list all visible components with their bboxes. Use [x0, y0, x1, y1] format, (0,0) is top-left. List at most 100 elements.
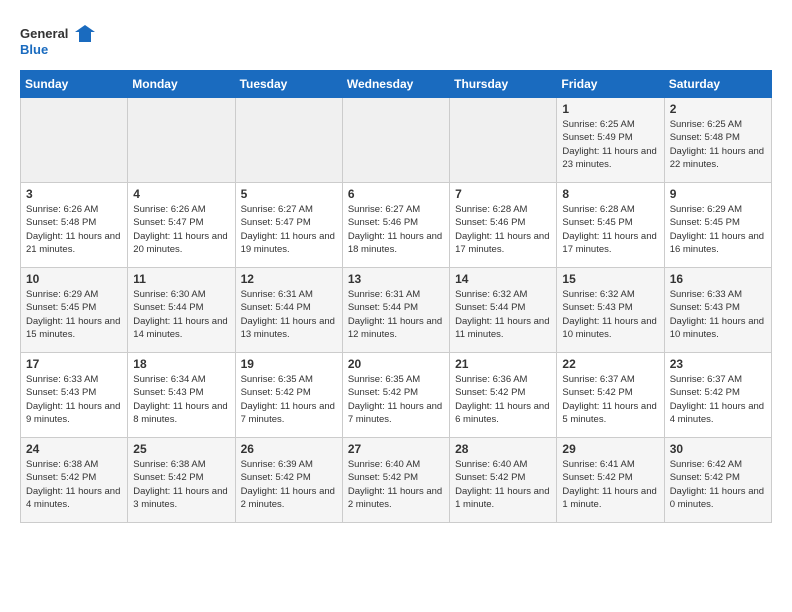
day-info: Sunrise: 6:40 AM Sunset: 5:42 PM Dayligh…: [455, 458, 551, 511]
day-number: 25: [133, 442, 229, 456]
calendar-week-row: 10 Sunrise: 6:29 AM Sunset: 5:45 PM Dayli…: [21, 268, 772, 353]
calendar-day-cell: 1 Sunrise: 6:25 AM Sunset: 5:49 PM Daylig…: [557, 98, 664, 183]
day-info: Sunrise: 6:37 AM Sunset: 5:42 PM Dayligh…: [670, 373, 766, 426]
day-info: Sunrise: 6:30 AM Sunset: 5:44 PM Dayligh…: [133, 288, 229, 341]
calendar-day-cell: 5 Sunrise: 6:27 AM Sunset: 5:47 PM Daylig…: [235, 183, 342, 268]
day-number: 7: [455, 187, 551, 201]
day-info: Sunrise: 6:35 AM Sunset: 5:42 PM Dayligh…: [241, 373, 337, 426]
calendar-day-cell: 8 Sunrise: 6:28 AM Sunset: 5:45 PM Daylig…: [557, 183, 664, 268]
day-info: Sunrise: 6:31 AM Sunset: 5:44 PM Dayligh…: [348, 288, 444, 341]
day-number: 3: [26, 187, 122, 201]
day-info: Sunrise: 6:33 AM Sunset: 5:43 PM Dayligh…: [670, 288, 766, 341]
day-info: Sunrise: 6:28 AM Sunset: 5:46 PM Dayligh…: [455, 203, 551, 256]
calendar-day-cell: 4 Sunrise: 6:26 AM Sunset: 5:47 PM Daylig…: [128, 183, 235, 268]
calendar-day-cell: 16 Sunrise: 6:33 AM Sunset: 5:43 PM Dayli…: [664, 268, 771, 353]
day-info: Sunrise: 6:41 AM Sunset: 5:42 PM Dayligh…: [562, 458, 658, 511]
calendar-day-cell: 25Sunrise: 6:38 AM Sunset: 5:42 PM Dayli…: [128, 438, 235, 523]
calendar-day-cell: 19Sunrise: 6:35 AM Sunset: 5:42 PM Dayli…: [235, 353, 342, 438]
day-info: Sunrise: 6:27 AM Sunset: 5:46 PM Dayligh…: [348, 203, 444, 256]
day-info: Sunrise: 6:32 AM Sunset: 5:44 PM Dayligh…: [455, 288, 551, 341]
day-number: 20: [348, 357, 444, 371]
calendar-day-cell: 17 Sunrise: 6:33 AM Sunset: 5:43 PM Dayli…: [21, 353, 128, 438]
day-info: Sunrise: 6:25 AM Sunset: 5:49 PM Dayligh…: [562, 118, 658, 171]
calendar-day-cell: [235, 98, 342, 183]
weekday-header: Tuesday: [235, 71, 342, 98]
day-info: Sunrise: 6:34 AM Sunset: 5:43 PM Dayligh…: [133, 373, 229, 426]
calendar-day-cell: [450, 98, 557, 183]
day-number: 10: [26, 272, 122, 286]
svg-text:General: General: [20, 26, 68, 41]
day-number: 6: [348, 187, 444, 201]
logo-svg: General Blue: [20, 20, 100, 60]
day-info: Sunrise: 6:38 AM Sunset: 5:42 PM Dayligh…: [26, 458, 122, 511]
calendar-day-cell: 14 Sunrise: 6:32 AM Sunset: 5:44 PM Dayli…: [450, 268, 557, 353]
day-info: Sunrise: 6:36 AM Sunset: 5:42 PM Dayligh…: [455, 373, 551, 426]
calendar-day-cell: 20 Sunrise: 6:35 AM Sunset: 5:42 PM Dayli…: [342, 353, 449, 438]
day-number: 24: [26, 442, 122, 456]
calendar-day-cell: [128, 98, 235, 183]
calendar-day-cell: [342, 98, 449, 183]
weekday-header: Monday: [128, 71, 235, 98]
calendar-week-row: 24 Sunrise: 6:38 AM Sunset: 5:42 PM Dayli…: [21, 438, 772, 523]
calendar-table: SundayMondayTuesdayWednesdayThursdayFrid…: [20, 70, 772, 523]
calendar-day-cell: 27Sunrise: 6:40 AM Sunset: 5:42 PM Dayli…: [342, 438, 449, 523]
day-info: Sunrise: 6:27 AM Sunset: 5:47 PM Dayligh…: [241, 203, 337, 256]
calendar-day-cell: 3 Sunrise: 6:26 AM Sunset: 5:48 PM Daylig…: [21, 183, 128, 268]
calendar-day-cell: [21, 98, 128, 183]
calendar-day-cell: 29 Sunrise: 6:41 AM Sunset: 5:42 PM Dayli…: [557, 438, 664, 523]
calendar-day-cell: 23 Sunrise: 6:37 AM Sunset: 5:42 PM Dayli…: [664, 353, 771, 438]
day-info: Sunrise: 6:26 AM Sunset: 5:47 PM Dayligh…: [133, 203, 229, 256]
day-number: 29: [562, 442, 658, 456]
day-info: Sunrise: 6:35 AM Sunset: 5:42 PM Dayligh…: [348, 373, 444, 426]
day-info: Sunrise: 6:25 AM Sunset: 5:48 PM Dayligh…: [670, 118, 766, 171]
calendar-day-cell: 10 Sunrise: 6:29 AM Sunset: 5:45 PM Dayli…: [21, 268, 128, 353]
calendar-day-cell: 9Sunrise: 6:29 AM Sunset: 5:45 PM Daylig…: [664, 183, 771, 268]
day-number: 14: [455, 272, 551, 286]
logo: General Blue: [20, 20, 100, 60]
calendar-week-row: 17 Sunrise: 6:33 AM Sunset: 5:43 PM Dayli…: [21, 353, 772, 438]
day-number: 8: [562, 187, 658, 201]
calendar-day-cell: 28 Sunrise: 6:40 AM Sunset: 5:42 PM Dayli…: [450, 438, 557, 523]
calendar-day-cell: 21 Sunrise: 6:36 AM Sunset: 5:42 PM Dayli…: [450, 353, 557, 438]
calendar-day-cell: 22Sunrise: 6:37 AM Sunset: 5:42 PM Dayli…: [557, 353, 664, 438]
day-number: 1: [562, 102, 658, 116]
day-info: Sunrise: 6:33 AM Sunset: 5:43 PM Dayligh…: [26, 373, 122, 426]
day-number: 5: [241, 187, 337, 201]
day-info: Sunrise: 6:26 AM Sunset: 5:48 PM Dayligh…: [26, 203, 122, 256]
calendar-day-cell: 12Sunrise: 6:31 AM Sunset: 5:44 PM Dayli…: [235, 268, 342, 353]
day-number: 21: [455, 357, 551, 371]
day-info: Sunrise: 6:29 AM Sunset: 5:45 PM Dayligh…: [26, 288, 122, 341]
calendar-day-cell: 11 Sunrise: 6:30 AM Sunset: 5:44 PM Dayli…: [128, 268, 235, 353]
day-info: Sunrise: 6:39 AM Sunset: 5:42 PM Dayligh…: [241, 458, 337, 511]
day-number: 16: [670, 272, 766, 286]
day-number: 23: [670, 357, 766, 371]
day-info: Sunrise: 6:29 AM Sunset: 5:45 PM Dayligh…: [670, 203, 766, 256]
day-number: 4: [133, 187, 229, 201]
day-number: 15: [562, 272, 658, 286]
day-number: 28: [455, 442, 551, 456]
day-info: Sunrise: 6:31 AM Sunset: 5:44 PM Dayligh…: [241, 288, 337, 341]
weekday-header: Sunday: [21, 71, 128, 98]
weekday-header: Saturday: [664, 71, 771, 98]
day-number: 27: [348, 442, 444, 456]
day-number: 13: [348, 272, 444, 286]
calendar-day-cell: 7 Sunrise: 6:28 AM Sunset: 5:46 PM Daylig…: [450, 183, 557, 268]
calendar-day-cell: 15 Sunrise: 6:32 AM Sunset: 5:43 PM Dayli…: [557, 268, 664, 353]
calendar-header-row: SundayMondayTuesdayWednesdayThursdayFrid…: [21, 71, 772, 98]
day-number: 26: [241, 442, 337, 456]
day-number: 2: [670, 102, 766, 116]
day-number: 18: [133, 357, 229, 371]
day-info: Sunrise: 6:42 AM Sunset: 5:42 PM Dayligh…: [670, 458, 766, 511]
weekday-header: Thursday: [450, 71, 557, 98]
day-number: 17: [26, 357, 122, 371]
day-info: Sunrise: 6:28 AM Sunset: 5:45 PM Dayligh…: [562, 203, 658, 256]
calendar-day-cell: 2 Sunrise: 6:25 AM Sunset: 5:48 PM Daylig…: [664, 98, 771, 183]
weekday-header: Wednesday: [342, 71, 449, 98]
day-number: 30: [670, 442, 766, 456]
page-header: General Blue: [20, 20, 772, 60]
day-number: 11: [133, 272, 229, 286]
day-number: 22: [562, 357, 658, 371]
calendar-day-cell: 18 Sunrise: 6:34 AM Sunset: 5:43 PM Dayli…: [128, 353, 235, 438]
day-info: Sunrise: 6:32 AM Sunset: 5:43 PM Dayligh…: [562, 288, 658, 341]
calendar-day-cell: 24 Sunrise: 6:38 AM Sunset: 5:42 PM Dayli…: [21, 438, 128, 523]
